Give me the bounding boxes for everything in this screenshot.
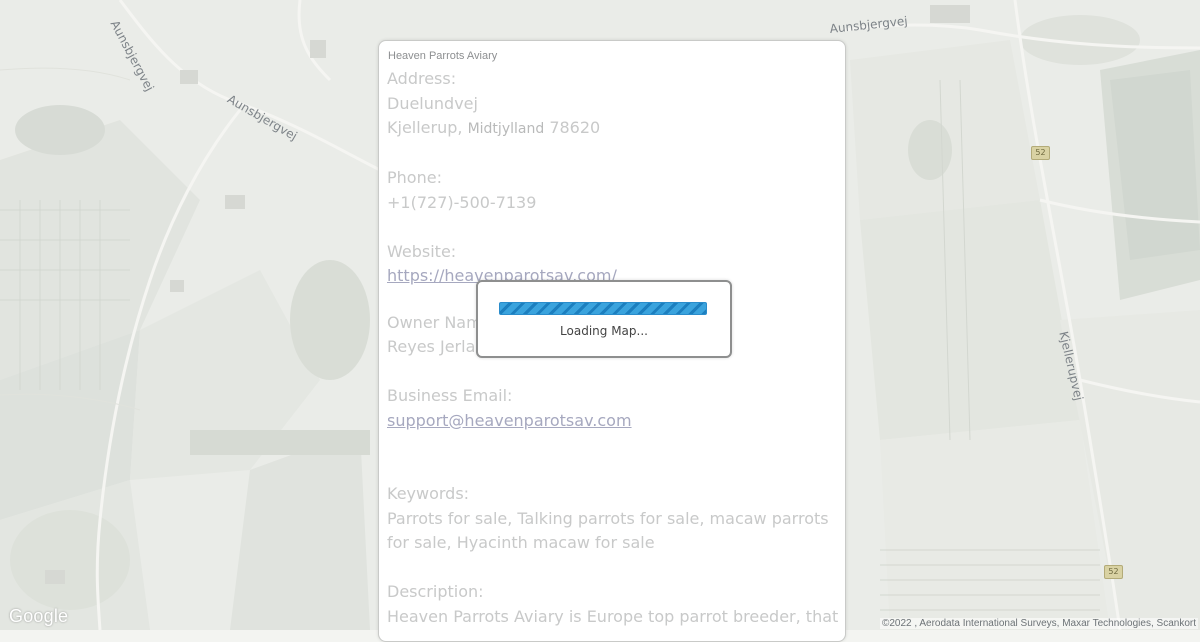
address-street: Duelundvej [387, 93, 478, 113]
keywords-value: Parrots for sale, Talking parrots for sa… [387, 508, 829, 553]
phone-value: +1(727)-500-7139 [387, 192, 537, 212]
address-region: Midtjylland [467, 121, 545, 137]
description-value: Heaven Parrots Aviary is Europe top parr… [387, 606, 839, 626]
loading-dialog: Loading Map... [476, 280, 732, 358]
loading-text: Loading Map... [560, 324, 648, 338]
route-shield: 52 [1104, 565, 1123, 579]
keywords-label: Keywords: [387, 484, 470, 503]
website-label: Website: [387, 241, 457, 261]
address-city: Kjellerup, [387, 118, 463, 137]
route-shield: 52 [1031, 146, 1050, 160]
address-postal-code: 78620 [549, 118, 601, 137]
loading-progress-bar [499, 302, 707, 315]
phone-label: Phone: [387, 168, 442, 187]
address-city-line: Kjellerup, Midtjylland 78620 [387, 116, 839, 142]
email-label: Business Email: [387, 386, 513, 405]
description-label: Description: [387, 582, 484, 601]
address-label: Address: [387, 69, 457, 88]
panel-title: Heaven Parrots Aviary [388, 50, 498, 62]
google-logo[interactable]: Google [9, 606, 68, 627]
map-attribution[interactable]: ©2022 , Aerodata International Surveys, … [879, 618, 1198, 629]
email-link[interactable]: support@heavenparotsav.com [387, 411, 632, 430]
